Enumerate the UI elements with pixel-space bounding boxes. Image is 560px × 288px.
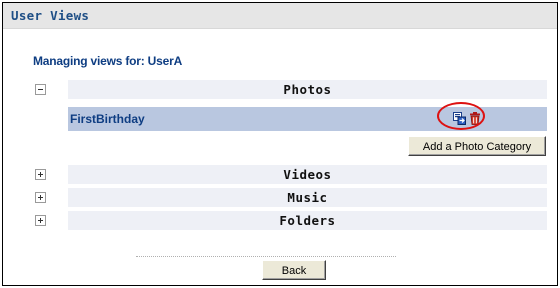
category-header-videos[interactable]: Videos — [68, 165, 547, 184]
add-photo-category-button[interactable]: Add a Photo Category — [408, 136, 546, 156]
expand-icon[interactable] — [35, 192, 46, 203]
panel-title: User Views — [11, 8, 90, 23]
category-label: Photos — [283, 82, 332, 97]
category-photos: Photos — [32, 80, 547, 99]
category-videos: Videos — [32, 165, 547, 184]
divider — [136, 256, 396, 257]
category-label: Music — [287, 190, 328, 205]
collapse-icon[interactable] — [35, 84, 46, 95]
category-header-photos[interactable]: Photos — [68, 80, 547, 99]
highlight-circle — [437, 102, 485, 130]
category-label: Folders — [279, 213, 336, 228]
category-music: Music — [32, 188, 547, 207]
category-folders: Folders — [32, 211, 547, 230]
user-views-panel: User Views Managing views for: UserA Pho… — [2, 2, 558, 286]
category-header-music[interactable]: Music — [68, 188, 547, 207]
expand-icon[interactable] — [35, 169, 46, 180]
managing-views-label: Managing views for: UserA — [33, 54, 183, 68]
category-header-folders[interactable]: Folders — [68, 211, 547, 230]
item-link-firstbirthday[interactable]: FirstBirthday — [70, 112, 145, 126]
panel-title-bar: User Views — [3, 3, 557, 29]
back-button[interactable]: Back — [262, 260, 326, 280]
category-label: Videos — [283, 167, 332, 182]
expand-icon[interactable] — [35, 215, 46, 226]
